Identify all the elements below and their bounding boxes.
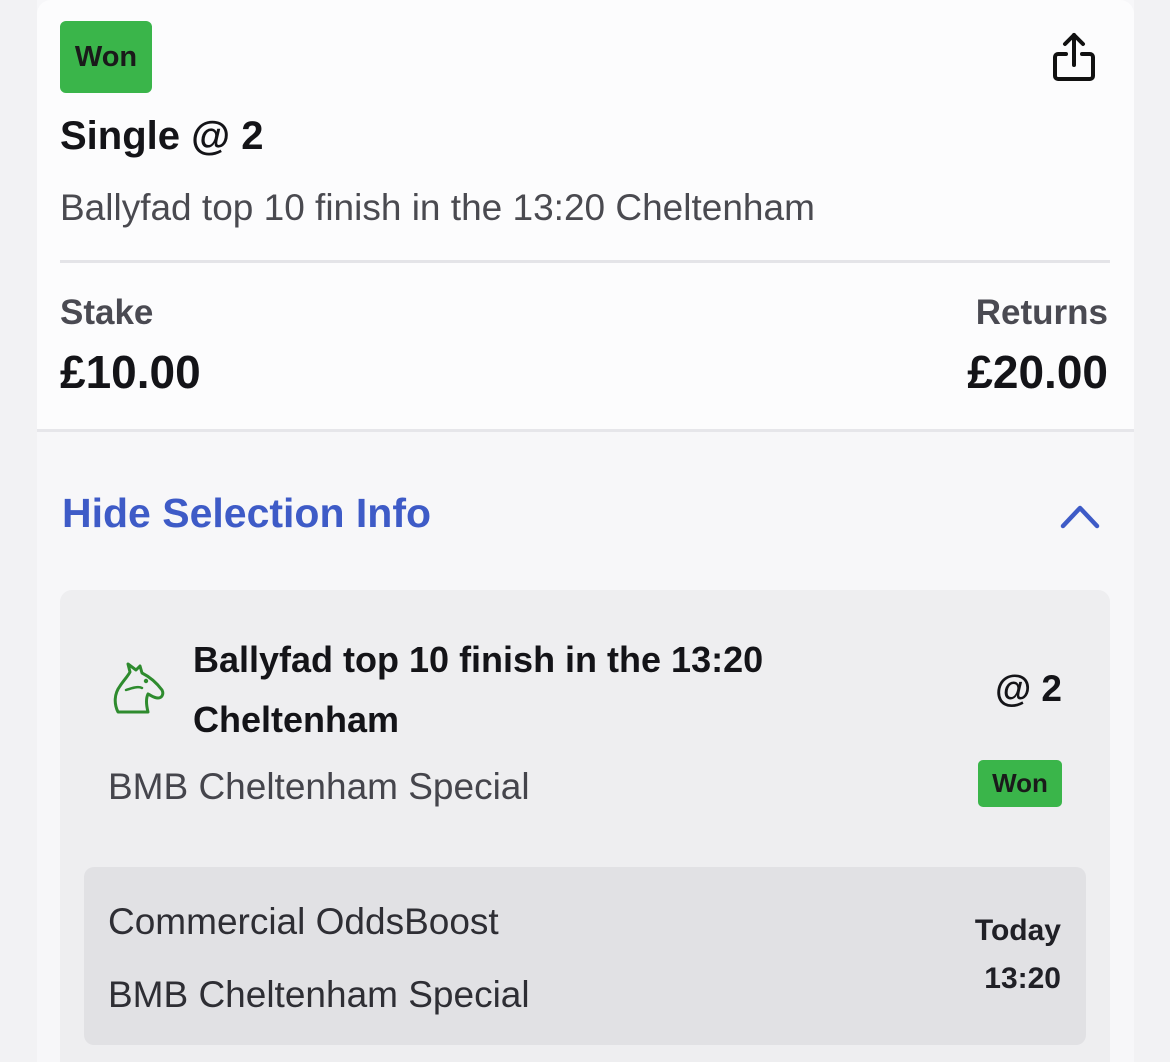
bet-description: Ballyfad top 10 finish in the 13:20 Chel… [60,187,815,228]
event-name: BMB Cheltenham Special [108,974,530,1015]
bet-summary: Won Single @ 2 Ballyfad top 10 finish in… [37,0,1134,432]
won-badge: Won [60,21,152,93]
selection-name: Ballyfad top 10 finish in the 13:20 Chel… [193,639,764,740]
event-info: Commercial OddsBoost BMB Cheltenham Spec… [84,867,1086,1045]
stake-label: Stake [60,293,154,332]
bet-title: Single @ 2 [60,114,264,158]
selection-panel: Ballyfad top 10 finish in the 13:20 Chel… [60,590,1110,1062]
horse-racing-icon [108,660,166,714]
selection-odds: @ 2 [995,668,1062,709]
chevron-up-icon [1059,496,1101,536]
returns-value: £20.00 [967,346,1108,398]
toggle-label: Hide Selection Info [62,490,432,536]
stake-value: £10.00 [60,346,201,398]
event-promo: Commercial OddsBoost [108,901,499,942]
bet-card: Won Single @ 2 Ballyfad top 10 finish in… [37,0,1134,1062]
event-time: 13:20 [984,962,1061,995]
share-icon[interactable] [1047,30,1101,84]
selection-market: BMB Cheltenham Special [108,766,530,807]
event-day: Today [974,914,1061,947]
selection-won-badge: Won [978,760,1062,807]
hide-selection-info-toggle[interactable]: Hide Selection Info [37,470,1134,562]
returns-label: Returns [975,293,1108,332]
divider [60,260,1110,263]
